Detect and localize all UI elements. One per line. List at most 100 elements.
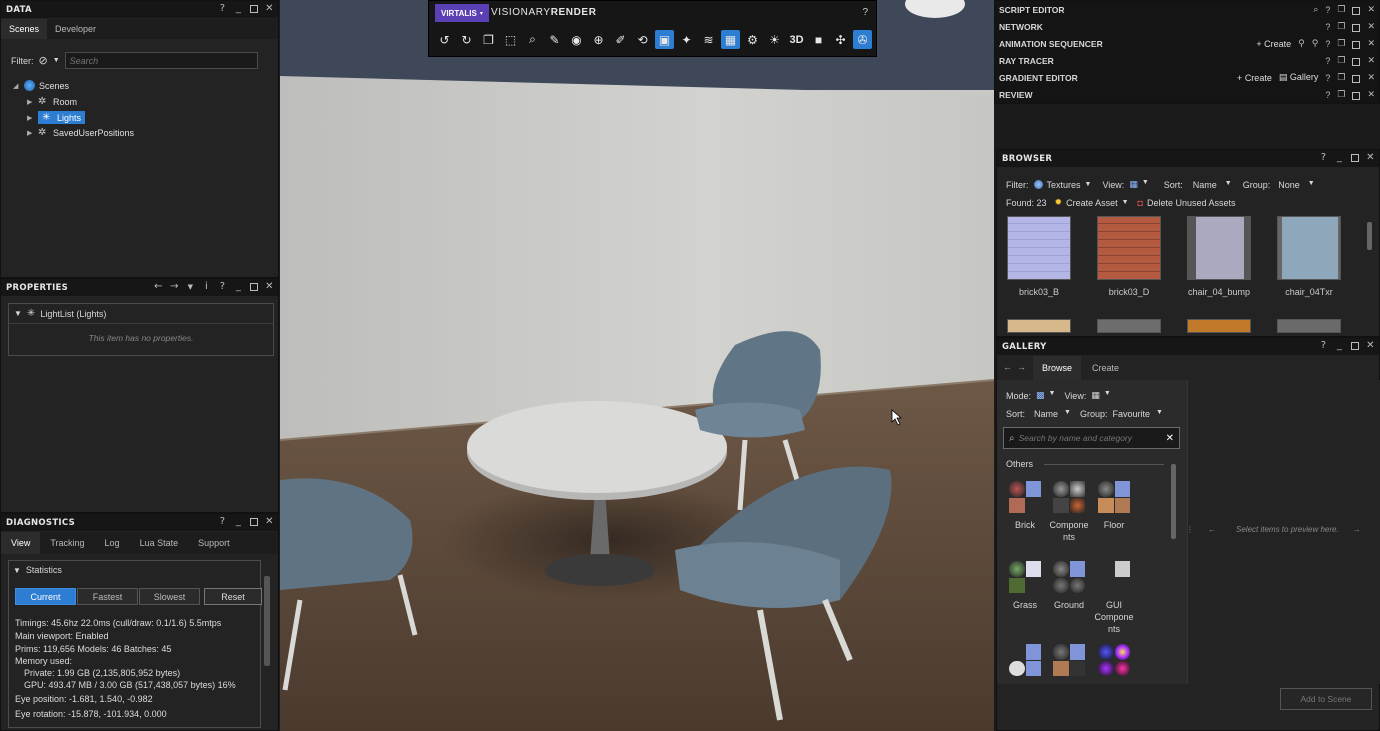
minimize-icon[interactable]: _ bbox=[1335, 340, 1344, 352]
tree-item-room[interactable]: ▶ ✲ Room bbox=[27, 96, 77, 107]
ray-tracer-header[interactable]: RAY TRACER bbox=[999, 56, 1054, 66]
create-button[interactable]: + Create bbox=[1256, 39, 1291, 49]
help-icon[interactable]: ? bbox=[218, 3, 227, 15]
undo-icon[interactable]: ↺ bbox=[435, 30, 454, 49]
help-icon[interactable]: ? bbox=[1325, 39, 1330, 49]
search-person-alt-icon[interactable]: ⚲ bbox=[1312, 38, 1319, 49]
group-dropdown[interactable]: None ▼ bbox=[1278, 180, 1314, 190]
rotate-tool-icon[interactable]: ⟲ bbox=[633, 30, 652, 49]
search-person-icon[interactable]: ⚲ bbox=[1298, 38, 1305, 49]
maximize-icon[interactable] bbox=[1352, 6, 1361, 15]
restore-icon[interactable]: ❐ bbox=[1337, 72, 1345, 83]
help-button[interactable]: ? bbox=[862, 7, 868, 18]
search-icon[interactable]: ⌕ bbox=[1313, 4, 1318, 15]
gallery-item[interactable] bbox=[1047, 644, 1091, 682]
help-icon[interactable]: ? bbox=[1325, 5, 1330, 15]
help-icon[interactable]: ? bbox=[1325, 73, 1330, 83]
view-dropdown[interactable]: ▦ ▼ bbox=[1129, 179, 1148, 190]
settings-icon[interactable]: ⚙ bbox=[743, 30, 762, 49]
close-icon[interactable]: ✕ bbox=[1367, 72, 1375, 83]
maximize-icon[interactable] bbox=[250, 283, 258, 291]
filter-off-icon[interactable]: ⊘ bbox=[39, 54, 48, 67]
minimize-icon[interactable]: _ bbox=[234, 3, 243, 15]
prev-icon[interactable]: ← bbox=[1208, 525, 1216, 534]
tab-developer[interactable]: Developer bbox=[47, 19, 104, 39]
help-icon[interactable]: ? bbox=[1325, 22, 1330, 32]
walk-icon[interactable]: ✦ bbox=[677, 30, 696, 49]
sort-dropdown[interactable]: Name ▼ bbox=[1193, 180, 1232, 190]
chevron-down-icon[interactable]: ▼ bbox=[53, 57, 60, 64]
help-icon[interactable]: ? bbox=[218, 281, 227, 293]
tab-support[interactable]: Support bbox=[188, 532, 240, 554]
texture-thumbnail[interactable] bbox=[1007, 216, 1071, 280]
gallery-item-floor[interactable]: Floor bbox=[1092, 481, 1136, 531]
image-view-icon[interactable]: ▦ bbox=[721, 30, 740, 49]
chevron-down-icon[interactable]: ▼ bbox=[186, 281, 195, 293]
tree-item-scenes[interactable]: ◢ Scenes bbox=[13, 80, 69, 91]
transform-icon[interactable]: ✣ bbox=[831, 30, 850, 49]
minimize-icon[interactable]: _ bbox=[234, 516, 243, 528]
3d-button[interactable]: 3D bbox=[787, 30, 806, 49]
virtalis-menu-button[interactable]: VIRTALIS ▾ bbox=[435, 4, 489, 22]
close-icon[interactable]: ✕ bbox=[1367, 55, 1375, 66]
square-icon[interactable]: ■ bbox=[809, 30, 828, 49]
3d-viewport[interactable] bbox=[280, 0, 994, 731]
texture-thumbnail[interactable] bbox=[1097, 319, 1161, 333]
animation-sequencer-header[interactable]: ANIMATION SEQUENCER bbox=[999, 39, 1103, 49]
tab-scenes[interactable]: Scenes bbox=[1, 19, 48, 39]
texture-thumbnail[interactable] bbox=[1277, 319, 1341, 333]
maximize-icon[interactable] bbox=[1352, 57, 1361, 66]
forward-icon[interactable]: → bbox=[1017, 362, 1026, 372]
tree-item-saved-user-positions[interactable]: ▶ ✲ SavedUserPositions bbox=[27, 127, 134, 138]
minimize-icon[interactable]: _ bbox=[1335, 152, 1344, 164]
maximize-icon[interactable] bbox=[1352, 74, 1361, 83]
close-icon[interactable]: ✕ bbox=[1367, 38, 1375, 49]
clear-search-icon[interactable]: ✕ bbox=[1166, 433, 1174, 444]
sort-dropdown[interactable]: Name ▼ bbox=[1034, 409, 1071, 419]
maximize-icon[interactable] bbox=[1352, 23, 1361, 32]
properties-item-header[interactable]: ▼ ✳ LightList (Lights) bbox=[14, 308, 106, 319]
texture-thumbnail[interactable] bbox=[1187, 319, 1251, 333]
tab-lua-state[interactable]: Lua State bbox=[130, 532, 189, 554]
maximize-icon[interactable] bbox=[1351, 154, 1359, 162]
maximize-icon[interactable] bbox=[1352, 40, 1361, 49]
expand-icon[interactable]: ◢ bbox=[13, 82, 20, 90]
pen-tool-icon[interactable]: ✐ bbox=[611, 30, 630, 49]
restore-icon[interactable]: ❐ bbox=[1337, 55, 1345, 66]
back-icon[interactable]: ← bbox=[1003, 362, 1012, 372]
gallery-search-input[interactable] bbox=[1018, 433, 1162, 443]
copy-icon[interactable]: ❐ bbox=[479, 30, 498, 49]
tab-view[interactable]: View bbox=[1, 532, 41, 554]
statistics-header[interactable]: ▼ Statistics bbox=[13, 565, 62, 575]
wireless-icon[interactable]: ≋ bbox=[699, 30, 718, 49]
create-asset-button[interactable]: ✹ Create Asset ▼ bbox=[1055, 197, 1129, 208]
gallery-item-gui-components[interactable]: GUI Compone nts bbox=[1092, 561, 1136, 635]
expanded-icon[interactable]: ▼ bbox=[14, 309, 22, 318]
redo-icon[interactable]: ↻ bbox=[457, 30, 476, 49]
help-icon[interactable]: ? bbox=[218, 516, 227, 528]
mode-dropdown[interactable]: ▩ ▼ bbox=[1036, 390, 1055, 401]
gallery-item[interactable] bbox=[1092, 644, 1136, 682]
collapsed-icon[interactable]: ▶ bbox=[27, 129, 34, 137]
scrollbar[interactable] bbox=[1171, 464, 1176, 539]
restore-icon[interactable]: ❐ bbox=[1337, 4, 1345, 15]
light-bulb-icon[interactable]: ☀ bbox=[765, 30, 784, 49]
collapsed-icon[interactable]: ▶ bbox=[27, 98, 34, 106]
navigate-icon[interactable]: ▣ bbox=[655, 30, 674, 49]
close-icon[interactable]: ✕ bbox=[265, 3, 274, 15]
scrollbar[interactable] bbox=[1367, 222, 1372, 250]
back-icon[interactable]: ← bbox=[154, 281, 163, 293]
maximize-icon[interactable] bbox=[250, 5, 258, 13]
gallery-item-brick[interactable]: Brick bbox=[1003, 481, 1047, 531]
texture-thumbnail[interactable] bbox=[1097, 216, 1161, 280]
create-button[interactable]: + Create bbox=[1237, 73, 1272, 83]
expanded-icon[interactable]: ▼ bbox=[13, 566, 21, 575]
script-editor-header[interactable]: SCRIPT EDITOR bbox=[999, 5, 1065, 15]
headset-icon[interactable]: ◉ bbox=[567, 30, 586, 49]
reset-button[interactable]: Reset bbox=[204, 588, 262, 605]
minimize-icon[interactable]: _ bbox=[234, 281, 243, 293]
gallery-item-components[interactable]: Compone nts bbox=[1047, 481, 1091, 543]
drag-handle-icon[interactable]: ⋮ bbox=[1186, 525, 1194, 534]
select-box-icon[interactable]: ⬚ bbox=[501, 30, 520, 49]
gallery-item[interactable] bbox=[1003, 644, 1047, 682]
